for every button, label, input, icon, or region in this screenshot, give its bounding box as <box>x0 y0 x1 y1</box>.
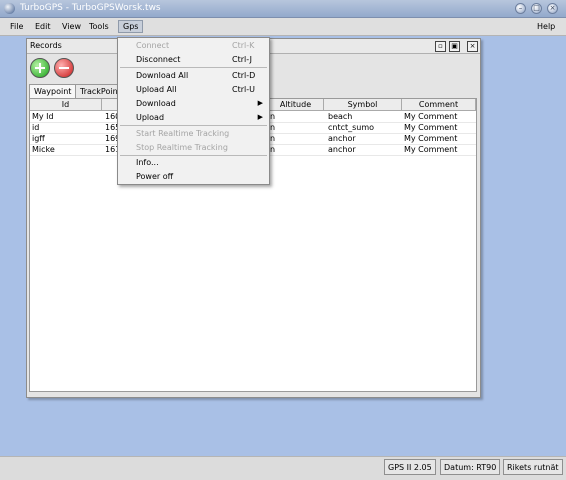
menu-item-power-off[interactable]: Power off <box>118 170 269 183</box>
add-record-button[interactable] <box>30 58 50 78</box>
maximize-icon[interactable]: □ <box>531 3 542 14</box>
remove-record-button[interactable] <box>54 58 74 78</box>
menu-separator <box>120 67 267 68</box>
minimize-icon[interactable]: – <box>515 3 526 14</box>
column-header-comment[interactable]: Comment <box>402 99 476 111</box>
status-datum: Datum: RT90 <box>440 459 501 475</box>
maximize-frame-icon[interactable]: ▣ <box>449 41 460 52</box>
menu-item-upload[interactable]: Upload ▶ <box>118 111 269 124</box>
menu-item-info[interactable]: Info... <box>118 156 269 169</box>
close-icon[interactable]: × <box>547 3 558 14</box>
menu-view[interactable]: View <box>62 22 81 31</box>
menu-tools[interactable]: Tools <box>89 22 109 31</box>
menu-file[interactable]: File <box>10 22 23 31</box>
cell-comment[interactable]: My Comment <box>404 123 457 133</box>
menu-item-connect[interactable]: Connect Ctrl-K <box>118 39 269 52</box>
window-title: TurboGPS - TurboGPSWorsk.tws <box>20 3 161 13</box>
cell-id[interactable]: igff <box>32 134 45 144</box>
submenu-arrow-icon: ▶ <box>257 113 263 121</box>
gps-menu-dropdown: Connect Ctrl-K Disconnect Ctrl-J Downloa… <box>117 37 270 185</box>
cell-symbol[interactable]: anchor <box>328 134 356 144</box>
menu-item-stop-realtime-tracking[interactable]: Stop Realtime Tracking <box>118 141 269 154</box>
menu-separator <box>120 125 267 126</box>
menu-gps[interactable]: Gps <box>118 20 144 33</box>
menu-item-start-realtime-tracking[interactable]: Start Realtime Tracking <box>118 127 269 140</box>
cell-altitude[interactable]: n <box>270 112 275 122</box>
menu-edit[interactable]: Edit <box>35 22 51 31</box>
column-header-symbol[interactable]: Symbol <box>324 99 402 111</box>
cell-altitude[interactable]: n <box>270 145 275 155</box>
status-grid: Rikets rutnät <box>503 459 563 475</box>
cell-symbol[interactable]: anchor <box>328 145 356 155</box>
menu-item-upload-all[interactable]: Upload All Ctrl-U <box>118 83 269 96</box>
tab-waypoint[interactable]: Waypoint <box>29 84 77 99</box>
status-device: GPS II 2.05 <box>384 459 436 475</box>
menu-item-download[interactable]: Download ▶ <box>118 97 269 110</box>
cell-symbol[interactable]: beach <box>328 112 352 122</box>
cell-altitude[interactable]: n <box>270 123 275 133</box>
cell-altitude[interactable]: n <box>270 134 275 144</box>
close-frame-icon[interactable]: × <box>467 41 478 52</box>
cell-id[interactable]: Micke <box>32 145 55 155</box>
column-header-id[interactable]: Id <box>30 99 102 111</box>
cell-id[interactable]: My Id <box>32 112 54 122</box>
cell-comment[interactable]: My Comment <box>404 112 457 122</box>
menu-item-download-all[interactable]: Download All Ctrl-D <box>118 69 269 82</box>
menubar: File Edit View Tools Gps Help <box>0 18 566 36</box>
menu-help[interactable]: Help <box>537 22 555 31</box>
window-titlebar: TurboGPS - TurboGPSWorsk.tws – □ × <box>0 0 566 18</box>
cell-comment[interactable]: My Comment <box>404 134 457 144</box>
cell-comment[interactable]: My Comment <box>404 145 457 155</box>
menu-item-disconnect[interactable]: Disconnect Ctrl-J <box>118 53 269 66</box>
cell-id[interactable]: id <box>32 123 39 133</box>
submenu-arrow-icon: ▶ <box>257 99 263 107</box>
column-header-altitude[interactable]: Altitude <box>268 99 324 111</box>
app-icon <box>4 3 15 14</box>
iconify-icon[interactable]: ▫ <box>435 41 446 52</box>
cell-symbol[interactable]: cntct_sumo <box>328 123 374 133</box>
status-bar: GPS II 2.05 Datum: RT90 Rikets rutnät <box>0 456 566 480</box>
records-title: Records <box>30 41 62 50</box>
